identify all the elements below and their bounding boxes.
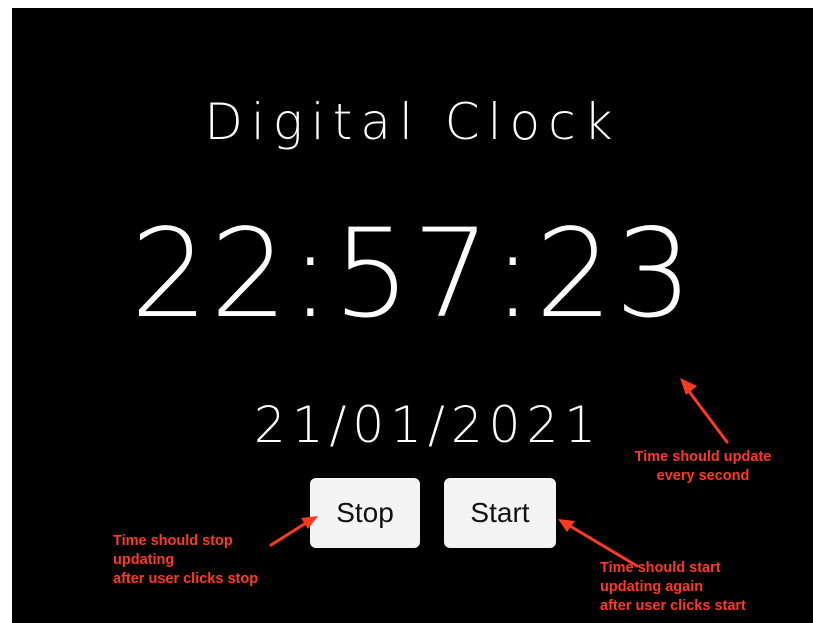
annotation-line: Time should start — [600, 560, 721, 576]
annotation-line: every second — [656, 468, 750, 484]
annotation-line: updating — [113, 552, 175, 568]
clock-app-screen: Digital Clock 22:57:23 21/01/2021 Stop S… — [12, 8, 813, 623]
annotation-line: after user clicks start — [600, 598, 746, 614]
start-button[interactable]: Start — [444, 478, 556, 548]
annotation-stop-behavior: Time should stop updating after user cli… — [113, 532, 258, 589]
date-display: 21/01/2021 — [253, 396, 603, 454]
app-title: Digital Clock — [204, 93, 621, 151]
annotation-line: after user clicks stop — [113, 571, 259, 587]
stop-button[interactable]: Stop — [310, 478, 420, 548]
annotation-line: updating again — [600, 579, 704, 595]
annotation-start-behavior: Time should start updating again after u… — [600, 559, 746, 616]
screenshot-canvas: Digital Clock 22:57:23 21/01/2021 Stop S… — [0, 0, 813, 623]
annotation-line: Time should update — [634, 449, 772, 465]
annotation-update-every-second: Time should update every second — [618, 448, 788, 486]
time-display: 22:57:23 — [130, 203, 695, 345]
annotation-line: Time should stop — [113, 533, 233, 549]
